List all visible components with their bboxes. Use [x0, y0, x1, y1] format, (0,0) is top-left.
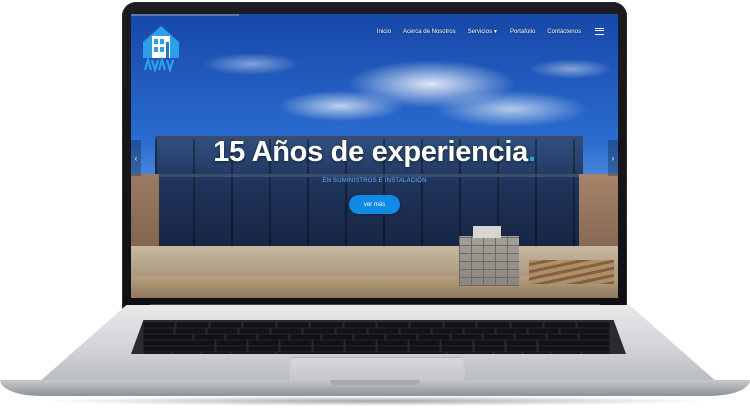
laptop-trackpad — [288, 357, 466, 381]
ver-mas-button[interactable]: ver más — [349, 195, 400, 214]
nav-item-servicios[interactable]: Servicios▼ — [468, 29, 498, 35]
laptop-notch — [330, 380, 420, 385]
laptop-keyboard — [131, 320, 626, 354]
nav-item-portafolio[interactable]: Portafolio — [510, 29, 535, 35]
hero-subtitle: EN SUMINISTROS E INSTALACIÓN — [322, 178, 427, 184]
laptop-screen: Inicio Acerca de Nosotros Servicios▼ Por… — [131, 14, 618, 298]
building-logo-icon[interactable] — [139, 22, 183, 72]
nav-item-servicios-label: Servicios — [467, 28, 492, 35]
hero-building-band — [155, 174, 583, 177]
hero-headline-text: 15 Años de experiencia — [213, 136, 528, 168]
laptop-shadow — [40, 396, 710, 406]
hero-headline: 15 Años de experiencia. — [131, 136, 618, 169]
nav-item-acerca[interactable]: Acerca de Nosotros — [403, 29, 456, 35]
main-nav: Inicio Acerca de Nosotros Servicios▼ Por… — [365, 28, 604, 35]
hero-planks — [529, 260, 614, 284]
nav-item-contactenos[interactable]: Contáctenos — [547, 29, 581, 35]
chevron-down-icon: ▼ — [492, 28, 498, 35]
hero-brick-top — [473, 226, 501, 238]
hero-headline-dot: . — [527, 136, 536, 168]
loading-bar — [131, 14, 239, 16]
hero-brick-pallet — [459, 236, 519, 286]
hamburger-icon[interactable] — [595, 28, 604, 35]
nav-item-inicio[interactable]: Inicio — [377, 29, 391, 35]
